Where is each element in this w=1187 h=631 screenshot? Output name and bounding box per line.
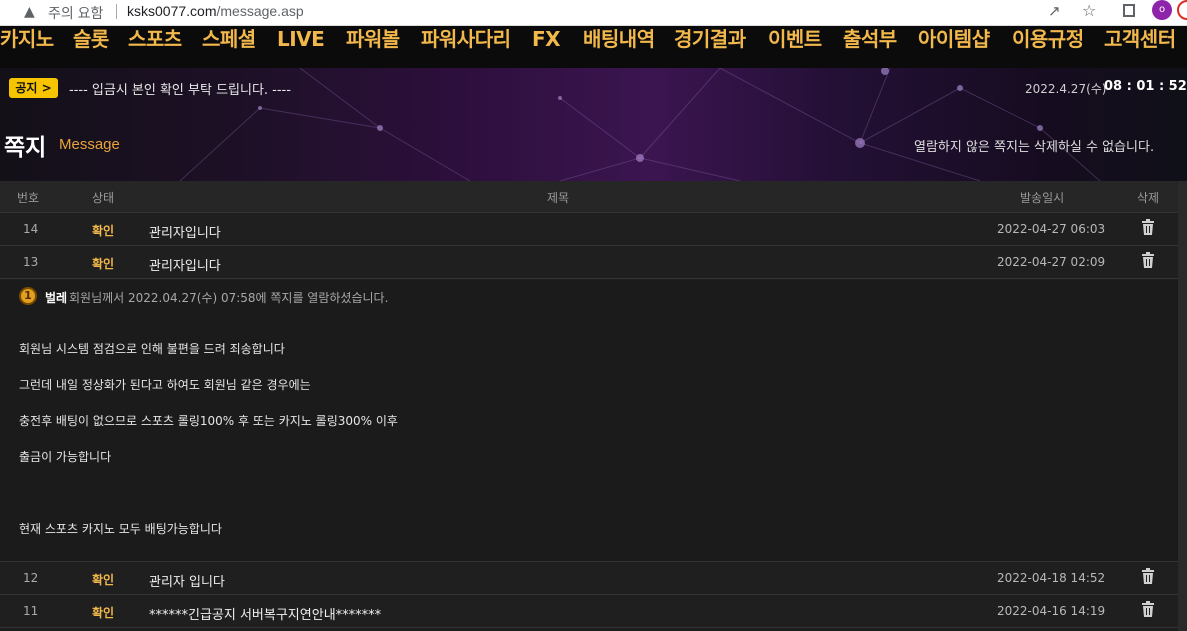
row-number: 14 bbox=[23, 222, 39, 236]
table-row[interactable]: 14 확인 관리자입니다 2022-04-27 06:03 bbox=[0, 213, 1178, 246]
table-row[interactable]: 13 확인 관리자입니다 2022-04-27 02:09 bbox=[0, 246, 1178, 279]
row-status: 확인 bbox=[92, 606, 115, 620]
table-row[interactable]: 11 확인 ******긴급공지 서버복구지연안내******* 2022-04… bbox=[0, 595, 1178, 628]
column-header-subject: 제목 bbox=[547, 191, 570, 205]
nav-item-rules[interactable]: 이용규정 bbox=[1012, 26, 1084, 54]
row-number: 13 bbox=[23, 255, 39, 269]
main-nav: 카지노 슬롯 스포츠 스페셜 LIVE 파워볼 파워사다리 FX 배팅내역 경기… bbox=[0, 26, 1187, 68]
page-header-banner: 공지 > ---- 입금시 본인 확인 부탁 드립니다. ---- 2022.4… bbox=[0, 68, 1187, 181]
extension-icon[interactable] bbox=[1177, 0, 1187, 20]
row-subject[interactable]: 관리자입니다 bbox=[149, 255, 221, 274]
column-header-delete: 삭제 bbox=[1137, 191, 1160, 205]
trash-icon[interactable] bbox=[1141, 568, 1155, 587]
nav-item-event[interactable]: 이벤트 bbox=[768, 26, 822, 54]
nav-item-fx[interactable]: FX bbox=[532, 26, 561, 54]
browser-address-bar: ▲ 주의 요함 ksks0077.com/message.asp ↗ ☆ o bbox=[0, 0, 1187, 26]
message-line: 출금이 가능합니다 bbox=[19, 450, 112, 464]
side-panel-icon[interactable] bbox=[1123, 4, 1135, 17]
nav-item-customer-center[interactable]: 고객센터 bbox=[1104, 26, 1176, 54]
share-icon[interactable]: ↗ bbox=[1048, 2, 1061, 20]
message-line: 충전후 배팅이 없으므로 스포츠 롤링100% 후 또는 카지노 롤링300% … bbox=[19, 414, 398, 428]
page-title: 쪽지 bbox=[4, 135, 47, 161]
row-status: 확인 bbox=[92, 224, 115, 238]
row-status: 확인 bbox=[92, 573, 115, 587]
row-date: 2022-04-27 02:09 bbox=[997, 255, 1106, 269]
row-date: 2022-04-16 14:19 bbox=[997, 604, 1106, 618]
delete-hint: 열람하지 않은 쪽지는 삭제하실 수 없습니다. bbox=[914, 140, 1155, 155]
security-warning-label[interactable]: 주의 요함 bbox=[48, 3, 103, 23]
trash-icon[interactable] bbox=[1141, 252, 1155, 271]
message-line: 그런데 내일 정상화가 된다고 하여도 회원님 같은 경우에는 bbox=[19, 378, 311, 392]
row-subject[interactable]: 관리자 입니다 bbox=[149, 571, 225, 590]
message-line: 현재 스포츠 카지노 모두 배팅가능합니다 bbox=[19, 522, 222, 536]
nav-item-powerball[interactable]: 파워볼 bbox=[346, 26, 400, 54]
url-host: ksks0077.com bbox=[127, 3, 217, 19]
column-header-number: 번호 bbox=[17, 191, 40, 205]
row-date: 2022-04-18 14:52 bbox=[997, 571, 1106, 585]
url-path: /message.asp bbox=[216, 3, 304, 19]
row-number: 12 bbox=[23, 571, 39, 585]
clock-time: 08 : 01 : 52 bbox=[1104, 79, 1187, 94]
column-header-date: 발송일시 bbox=[1020, 191, 1065, 205]
nav-item-power-ladder[interactable]: 파워사다리 bbox=[421, 26, 511, 54]
nav-item-attendance[interactable]: 출석부 bbox=[843, 26, 897, 54]
notice-marquee: ---- 입금시 본인 확인 부탁 드립니다. ---- bbox=[69, 83, 291, 98]
nav-item-item-shop[interactable]: 아이템샵 bbox=[918, 26, 990, 54]
message-body: 회원님 시스템 점검으로 인해 불편을 드려 죄송합니다 그런데 내일 정상화가… bbox=[0, 313, 1178, 562]
nav-item-live[interactable]: LIVE bbox=[277, 26, 325, 54]
address-divider bbox=[116, 4, 117, 19]
message-table-header: 번호 상태 제목 발송일시 삭제 bbox=[0, 181, 1178, 213]
member-name: 벌레 bbox=[45, 291, 68, 305]
message-line: 회원님 시스템 점검으로 인해 불편을 드려 죄송합니다 bbox=[19, 342, 285, 356]
page-subtitle: Message bbox=[59, 136, 120, 153]
trash-icon[interactable] bbox=[1141, 601, 1155, 620]
url-field[interactable]: ksks0077.com/message.asp bbox=[127, 3, 304, 19]
bookmark-star-icon[interactable]: ☆ bbox=[1082, 1, 1096, 20]
nav-item-slot[interactable]: 슬롯 bbox=[73, 26, 109, 54]
nav-item-casino[interactable]: 카지노 bbox=[0, 26, 54, 54]
profile-avatar[interactable]: o bbox=[1152, 0, 1172, 20]
read-receipt-text: 회원님께서 2022.04.27(수) 07:58에 쪽지를 열람하셨습니다. bbox=[69, 291, 389, 305]
notice-badge[interactable]: 공지 > bbox=[9, 78, 58, 98]
column-header-status: 상태 bbox=[92, 191, 115, 205]
warning-icon[interactable]: ▲ bbox=[24, 4, 35, 20]
level-medal-icon: 1 bbox=[19, 287, 37, 305]
read-receipt-bar: 1 벌레 회원님께서 2022.04.27(수) 07:58에 쪽지를 열람하셨… bbox=[0, 280, 1178, 314]
row-number: 11 bbox=[23, 604, 39, 618]
table-row[interactable]: 12 확인 관리자 입니다 2022-04-18 14:52 bbox=[0, 562, 1178, 595]
nav-item-special[interactable]: 스페셜 bbox=[202, 26, 256, 54]
nav-item-results[interactable]: 경기결과 bbox=[674, 26, 746, 54]
page-scrollbar[interactable] bbox=[1178, 181, 1187, 631]
row-subject[interactable]: 관리자입니다 bbox=[149, 222, 221, 241]
nav-item-bet-history[interactable]: 배팅내역 bbox=[583, 26, 655, 54]
row-subject[interactable]: ******긴급공지 서버복구지연안내******* bbox=[149, 604, 381, 623]
row-status: 확인 bbox=[92, 257, 115, 271]
trash-icon[interactable] bbox=[1141, 219, 1155, 238]
nav-item-sports[interactable]: 스포츠 bbox=[128, 26, 182, 54]
clock-date: 2022.4.27(수) bbox=[1025, 82, 1107, 96]
row-date: 2022-04-27 06:03 bbox=[997, 222, 1106, 236]
